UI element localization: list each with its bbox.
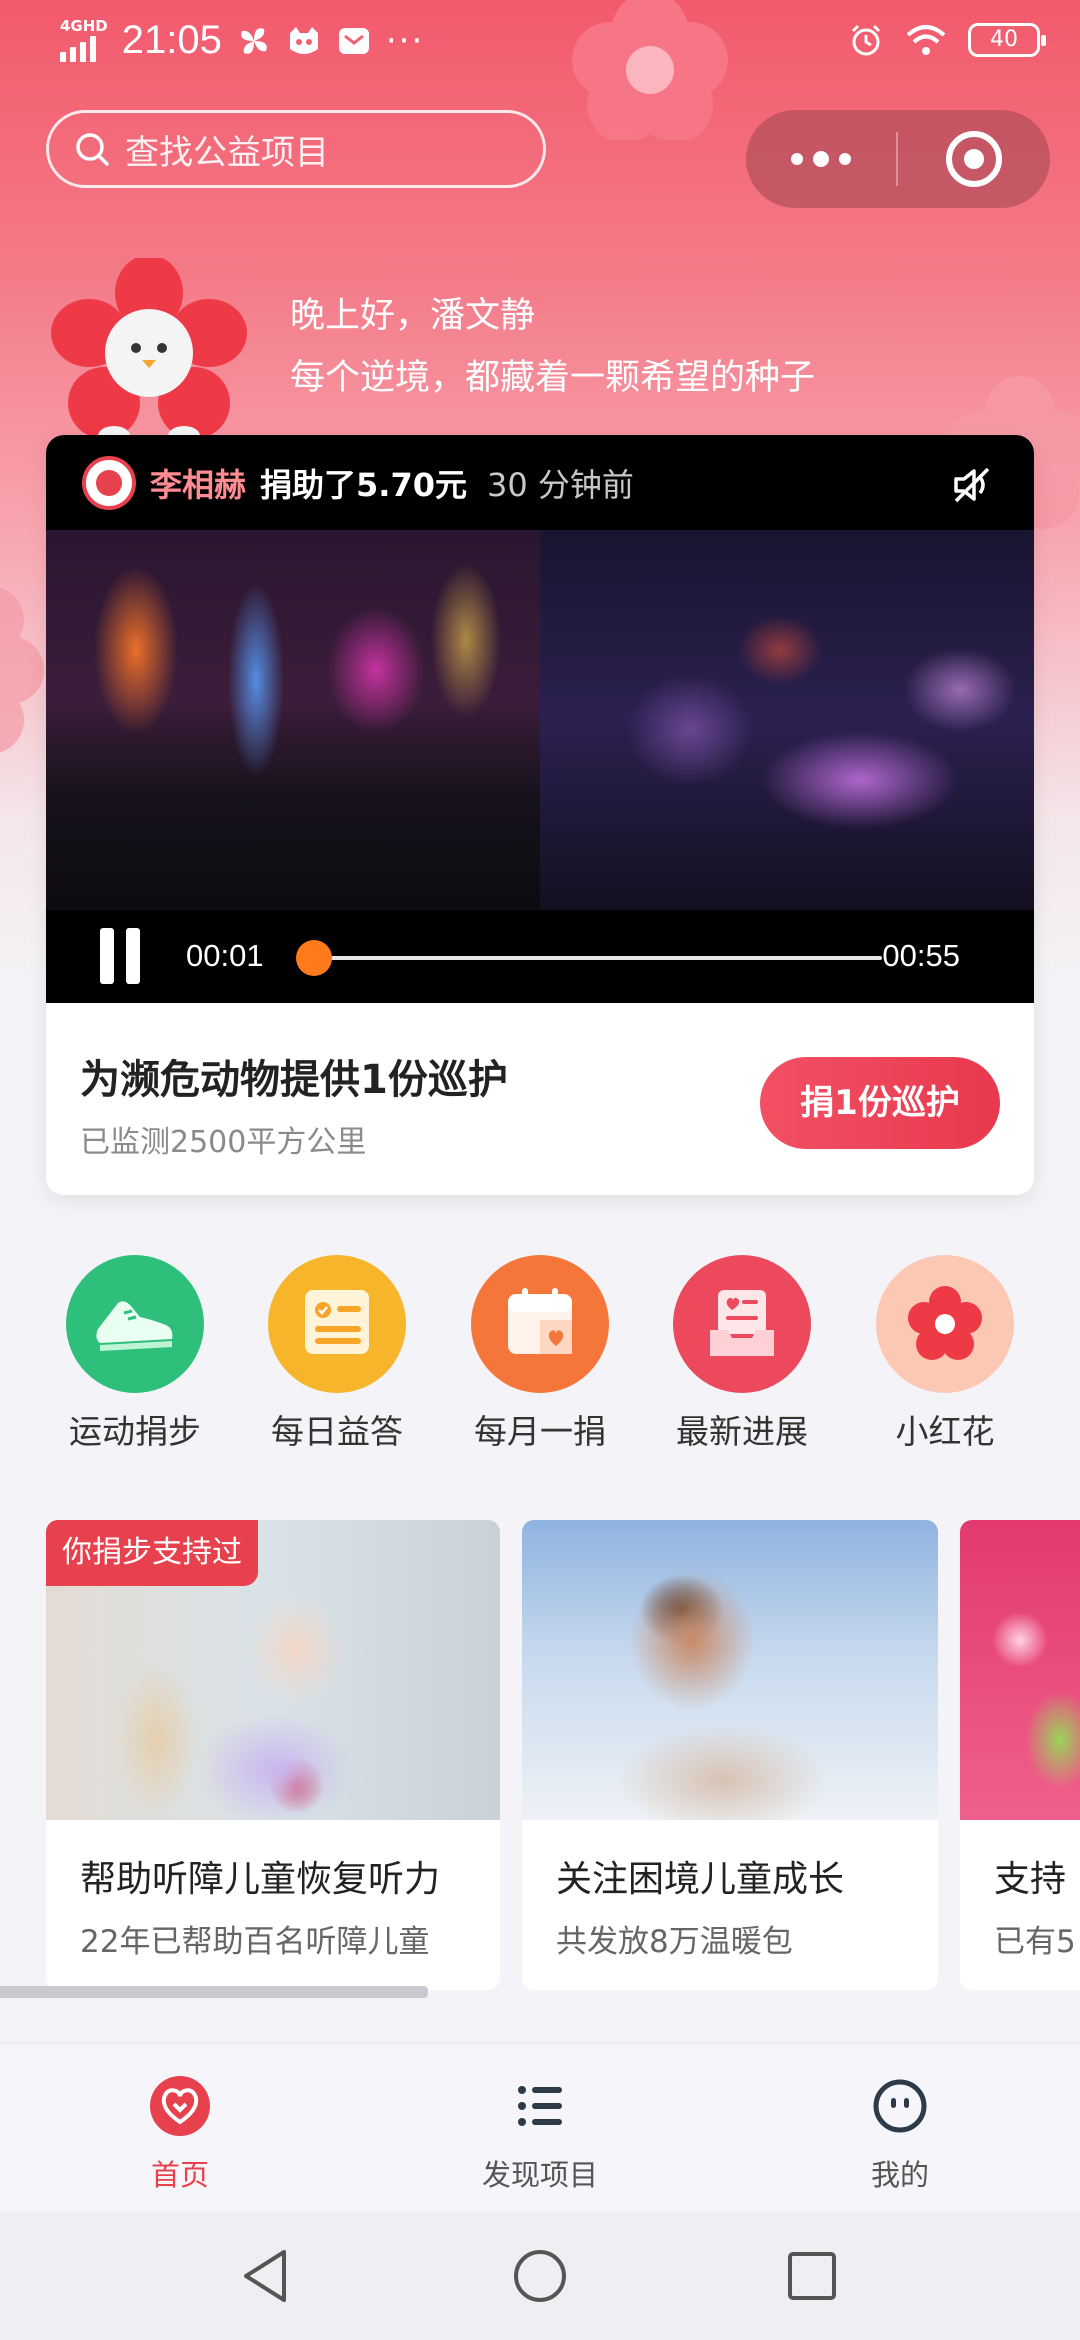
wifi-icon <box>906 25 946 55</box>
project-card[interactable]: 支持 已有5 <box>960 1520 1080 1990</box>
more-notifications: ··· <box>385 20 425 61</box>
recents-icon[interactable] <box>786 2250 838 2302</box>
donor-time: 30 分钟前 <box>486 465 634 504</box>
smile-icon <box>873 2079 927 2133</box>
search-icon <box>76 133 109 166</box>
featured-project-title: 为濒危动物提供1份巡护 <box>80 1057 508 1103</box>
pinwheel-icon <box>241 27 267 54</box>
video-frame-city <box>46 530 540 910</box>
video-frame <box>46 530 1034 910</box>
system-navigation-bar <box>0 2212 1080 2340</box>
shoe-icon <box>66 1255 204 1393</box>
quick-entry-label: 最新进展 <box>676 1412 808 1451</box>
red-flower-icon <box>876 1255 1014 1393</box>
target-icon <box>946 131 1002 187</box>
mail-icon <box>338 27 369 54</box>
home-icon[interactable] <box>512 2248 568 2304</box>
cat-face-icon <box>289 26 318 54</box>
back-icon[interactable] <box>240 2248 290 2304</box>
project-card-subtitle: 22年已帮助百名听障儿童 <box>80 1924 430 1960</box>
project-card[interactable]: 关注困境儿童成长 共发放8万温暖包 <box>522 1520 938 1990</box>
tab-home[interactable]: 首页 <box>70 2074 290 2194</box>
donation-ticker: 李相赫 捐助了5.70元 30 分钟前 <box>46 435 1034 530</box>
greeting: 晚上好，潘文静 每个逆境，都藏着一颗希望的种子 <box>290 285 815 409</box>
progress-handle[interactable] <box>296 940 332 976</box>
featured-project-info[interactable]: 为濒危动物提供1份巡护 已监测2500平方公里 捐1份巡护 <box>46 1003 1034 1195</box>
donor-action: 捐助了5.70元 <box>260 465 467 504</box>
miniprogram-capsule <box>746 110 1050 208</box>
project-card-subtitle: 共发放8万温暖包 <box>556 1924 793 1960</box>
search-input[interactable]: 查找公益项目 <box>46 110 546 188</box>
project-card-subtitle: 已有5 <box>994 1924 1076 1960</box>
featured-video-card: 李相赫 捐助了5.70元 30 分钟前 00:01 00:55 为濒危动物提供1… <box>46 435 1034 1195</box>
more-options-button[interactable] <box>746 110 896 208</box>
calendar-heart-icon <box>471 1255 609 1393</box>
avatar <box>82 455 136 510</box>
donate-button[interactable]: 捐1份巡护 <box>760 1057 1000 1149</box>
status-time: 21:05 <box>121 18 222 62</box>
tab-label: 我的 <box>870 2158 929 2192</box>
project-image <box>960 1520 1080 1820</box>
total-time: 00:55 <box>882 938 960 973</box>
quick-entry-label: 每月一捐 <box>474 1412 606 1451</box>
quick-entry-label: 小红花 <box>895 1412 995 1451</box>
close-miniprogram-button[interactable] <box>898 110 1050 208</box>
project-carousel: 你捐步支持过 帮助听障儿童恢复听力 22年已帮助百名听障儿童 关注困境儿童成长 … <box>0 1520 1080 1990</box>
list-icon <box>518 2086 562 2126</box>
alarm-icon <box>851 24 881 56</box>
bottom-tab-bar: 首页 发现项目 我的 <box>0 2042 1080 2212</box>
mute-icon[interactable] <box>950 463 994 507</box>
tab-label: 发现项目 <box>481 2158 598 2192</box>
tab-label: 首页 <box>150 2158 209 2192</box>
inbox-heart-icon <box>673 1255 811 1393</box>
quick-entry-label: 每日益答 <box>271 1412 403 1451</box>
network-type: 4GHD <box>60 17 108 35</box>
quick-entry-label: 运动捐步 <box>69 1412 201 1451</box>
mascot-flower-icon <box>51 258 247 446</box>
video-player[interactable]: 李相赫 捐助了5.70元 30 分钟前 00:01 00:55 <box>46 435 1034 1003</box>
featured-project-subtitle: 已监测2500平方公里 <box>80 1125 367 1160</box>
donor-name: 李相赫 <box>150 465 247 504</box>
quick-entry-quiz[interactable]: 每日益答 <box>257 1255 417 1453</box>
status-bar: 4GHD 21:05 ··· 40 <box>0 0 1080 90</box>
project-card-title: 帮助听障儿童恢复听力 <box>80 1859 441 1900</box>
quiz-card-icon <box>268 1255 406 1393</box>
tab-discover[interactable]: 发现项目 <box>430 2074 650 2194</box>
tab-me[interactable]: 我的 <box>790 2074 1010 2194</box>
decor-flower-icon <box>0 587 44 753</box>
quick-entry-progress[interactable]: 最新进展 <box>662 1255 822 1453</box>
greeting-slogan: 每个逆境，都藏着一颗希望的种子 <box>290 358 816 398</box>
project-card-title: 关注困境儿童成长 <box>556 1859 845 1900</box>
project-card-title: 支持 <box>994 1859 1067 1900</box>
current-time: 00:01 <box>186 938 264 973</box>
carousel-scroll-indicator <box>0 1986 428 1998</box>
heart-home-icon <box>150 2076 210 2136</box>
search-placeholder: 查找公益项目 <box>125 132 329 173</box>
pause-button[interactable] <box>100 928 144 984</box>
quick-entry-steps[interactable]: 运动捐步 <box>55 1255 215 1453</box>
greeting-name: 晚上好，潘文静 <box>290 296 536 336</box>
quick-entries: 运动捐步 每日益答 每月一捐 最新进展 小红花 <box>0 1255 1080 1451</box>
project-card[interactable]: 你捐步支持过 帮助听障儿童恢复听力 22年已帮助百名听障儿童 <box>46 1520 500 1990</box>
battery-icon: 40 <box>968 23 1046 57</box>
project-image <box>522 1520 938 1820</box>
quick-entry-monthly[interactable]: 每月一捐 <box>460 1255 620 1453</box>
video-frame-coral <box>540 530 1034 910</box>
video-controls: 00:01 00:55 <box>46 910 1034 1003</box>
quick-entry-red-flower[interactable]: 小红花 <box>865 1255 1025 1453</box>
progress-track[interactable] <box>296 940 882 976</box>
supported-tag: 你捐步支持过 <box>46 1520 258 1586</box>
signal-icon <box>60 34 96 62</box>
project-image: 你捐步支持过 <box>46 1520 500 1820</box>
